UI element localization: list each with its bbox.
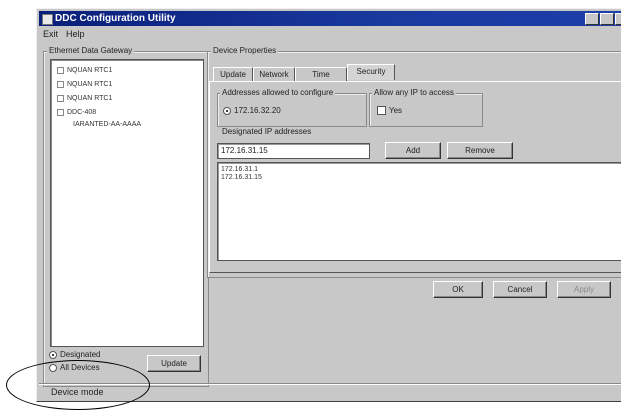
allow-label: Allow any IP to access (372, 88, 456, 98)
window-title: DDC Configuration Utility (55, 13, 176, 24)
ip-address-input[interactable]: 172.16.31.15 (217, 143, 370, 159)
minimize-icon[interactable] (585, 13, 599, 25)
menu-bar: Exit Help (39, 28, 85, 41)
yes-checkbox[interactable]: Yes (377, 106, 402, 116)
title-bar: DDC Configuration Utility (39, 11, 621, 26)
radio-designated[interactable]: Designated (49, 350, 100, 360)
radio-designated-button[interactable] (49, 350, 57, 359)
device-tree[interactable]: NQUAN RTC1 NQUAN RTC1 NQUAN RTC1 DDC-408… (50, 59, 204, 347)
remove-button[interactable]: Remove (447, 142, 513, 159)
ip-address-list[interactable]: 172.16.31.1 172.16.31.15 (217, 162, 621, 261)
ok-button[interactable]: OK (433, 281, 483, 298)
tree-item[interactable]: IARANTED-AA-AAAA (73, 120, 141, 129)
add-button[interactable]: Add (385, 142, 441, 159)
apply-button[interactable]: Apply (557, 281, 611, 298)
list-item[interactable]: 172.16.31.15 (218, 174, 621, 182)
maximize-icon[interactable] (600, 13, 614, 25)
addresses-label: Addresses allowed to configure (220, 88, 336, 98)
highlight-ellipse (6, 360, 150, 410)
tree-item[interactable]: NQUAN RTC1 (57, 66, 112, 75)
tree-item[interactable]: DDC-408 (57, 108, 96, 117)
tab-update[interactable]: Update (213, 67, 253, 82)
tab-network[interactable]: Network (253, 67, 295, 82)
update-button[interactable]: Update (147, 355, 201, 372)
tab-time[interactable]: Time (295, 67, 347, 82)
yes-checkbox-box[interactable] (377, 106, 386, 116)
ip-radio[interactable]: 172.16.32.20 (223, 106, 281, 116)
menu-exit[interactable]: Exit (43, 28, 58, 41)
menu-help[interactable]: Help (66, 28, 85, 41)
tree-item[interactable]: NQUAN RTC1 (57, 94, 112, 103)
list-item[interactable]: 172.16.31.1 (218, 166, 621, 174)
ip-radio-button[interactable] (223, 106, 231, 115)
app-icon (42, 14, 53, 25)
device-properties-label: Device Properties (211, 46, 279, 56)
designated-label: Designated IP addresses (220, 127, 314, 137)
tab-security[interactable]: Security (347, 64, 395, 80)
tree-item[interactable]: NQUAN RTC1 (57, 80, 112, 89)
gateway-group-label: Ethernet Data Gateway (47, 46, 135, 56)
app-window: DDC Configuration Utility Exit Help Ethe… (36, 8, 621, 402)
cancel-button[interactable]: Cancel (493, 281, 547, 298)
close-icon[interactable] (615, 13, 621, 25)
